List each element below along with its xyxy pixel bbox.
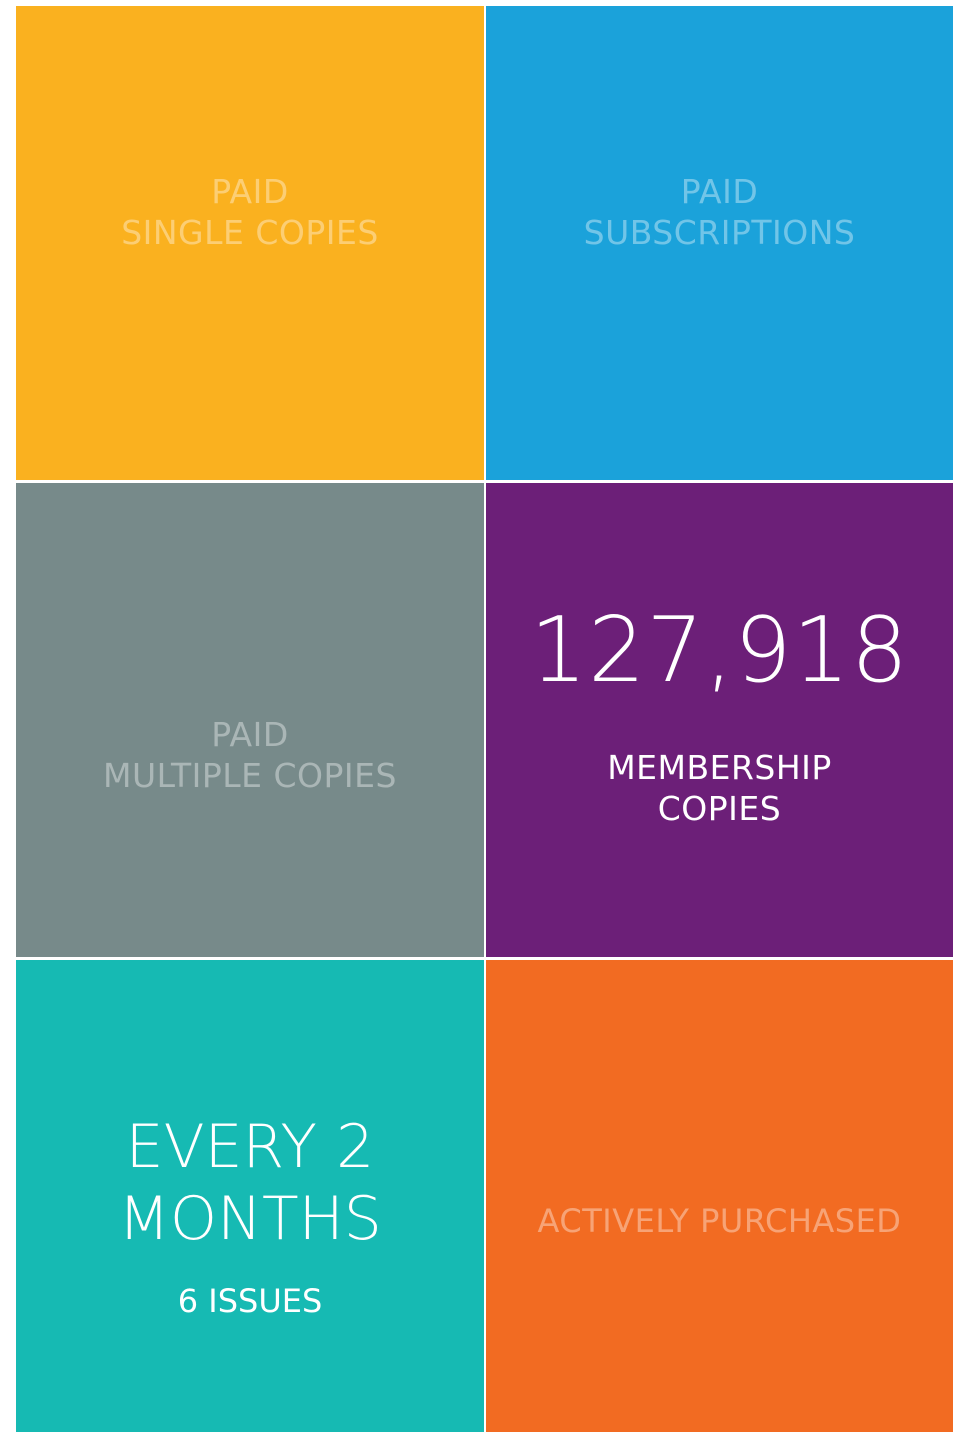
actively-purchased-label: ACTIVELY PURCHASED (537, 1201, 902, 1240)
frequency-issues: 6 ISSUES (177, 1282, 323, 1320)
membership-copies-label: MEMBERSHIP COPIES (607, 747, 832, 829)
tile-paid-subscriptions: PAID SUBSCRIPTIONS (486, 6, 953, 480)
paid-subscriptions-line2: SUBSCRIPTIONS (583, 213, 856, 252)
tile-frequency: EVERY 2 MONTHS 6 ISSUES (16, 960, 484, 1432)
frequency-line1: EVERY 2 (125, 1112, 375, 1182)
membership-copies-line2: COPIES (657, 789, 782, 828)
frequency-value: EVERY 2 MONTHS (118, 1111, 382, 1255)
frequency-line2: MONTHS (118, 1184, 382, 1254)
paid-single-copies-line2: SINGLE COPIES (121, 213, 379, 252)
tile-membership-copies: 127,918 MEMBERSHIP COPIES (486, 483, 953, 957)
paid-single-copies-label: PAID SINGLE COPIES (121, 171, 379, 253)
tile-actively-purchased: ACTIVELY PURCHASED (486, 960, 953, 1432)
membership-copies-line1: MEMBERSHIP (607, 748, 832, 787)
paid-multiple-copies-label: PAID MULTIPLE COPIES (103, 714, 397, 796)
tile-paid-single-copies: PAID SINGLE COPIES (16, 6, 484, 480)
paid-multiple-copies-line2: MULTIPLE COPIES (103, 756, 397, 795)
stats-grid: PAID SINGLE COPIES PAID SUBSCRIPTIONS PA… (16, 6, 953, 1432)
membership-copies-value: 127,918 (529, 598, 910, 703)
paid-subscriptions-label: PAID SUBSCRIPTIONS (584, 171, 856, 253)
paid-single-copies-line1: PAID (211, 172, 289, 211)
tile-paid-multiple-copies: PAID MULTIPLE COPIES (16, 483, 484, 957)
paid-multiple-copies-line1: PAID (211, 715, 289, 754)
paid-subscriptions-line1: PAID (680, 172, 759, 211)
